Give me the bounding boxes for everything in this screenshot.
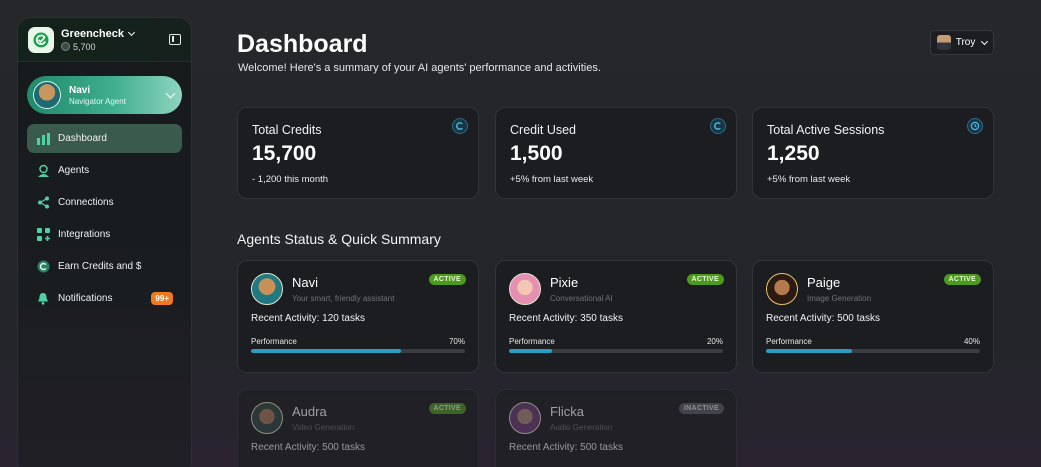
avatar <box>251 402 283 434</box>
performance-label: Performance <box>509 337 555 346</box>
coin-icon <box>61 42 70 51</box>
org-name: Greencheck <box>61 27 124 40</box>
stat-value: 15,700 <box>252 142 317 165</box>
performance-label: Performance <box>766 337 812 346</box>
stat-label: Total Credits <box>252 123 322 137</box>
agent-name: Paige <box>807 275 841 290</box>
agent-activity: Recent Activity: 500 tasks <box>766 313 880 324</box>
sidebar-item-integrations[interactable]: Integrations <box>27 220 182 249</box>
sidebar-item-label: Notifications <box>58 293 113 304</box>
agent-activity: Recent Activity: 500 tasks <box>251 442 365 453</box>
avatar <box>937 35 951 50</box>
performance-bar <box>509 349 723 353</box>
agent-card-flicka[interactable]: INACTIVE Flicka Audio Generation Recent … <box>495 389 737 467</box>
agent-selector[interactable]: Navi Navigator Agent <box>27 76 182 114</box>
sidebar-item-label: Earn Credits and $ <box>58 261 142 272</box>
user-name: Troy <box>955 37 976 48</box>
agent-name: Pixie <box>550 275 579 290</box>
sidebar-toggle-icon[interactable] <box>169 34 181 45</box>
sidebar-item-label: Connections <box>58 197 114 208</box>
agent-selector-role: Navigator Agent <box>69 96 126 106</box>
stat-delta: +5% from last week <box>510 174 594 185</box>
agent-card-audra[interactable]: ACTIVE Audra Video Generation Recent Act… <box>237 389 479 467</box>
stat-delta: +5% from last week <box>767 174 851 185</box>
status-badge: INACTIVE <box>678 403 724 414</box>
stat-label: Credit Used <box>510 123 576 137</box>
stat-delta: - 1,200 this month <box>252 174 329 185</box>
performance-label: Performance <box>251 337 297 346</box>
agent-icon <box>36 164 50 178</box>
performance-bar-fill <box>251 349 401 353</box>
greencheck-logo-icon <box>28 26 54 53</box>
performance-value: 70% <box>448 337 465 346</box>
performance-bar <box>766 349 980 353</box>
sidebar-nav: Dashboard Agents Connections Integration… <box>18 124 191 313</box>
chevron-down-icon <box>127 28 136 36</box>
coin-icon <box>36 260 50 274</box>
sidebar-item-notifications[interactable]: Notifications 99+ <box>27 284 182 313</box>
performance-value: 20% <box>706 337 723 346</box>
sidebar-item-label: Integrations <box>58 229 111 240</box>
bell-icon <box>36 292 50 306</box>
status-badge: ACTIVE <box>428 274 466 285</box>
agent-selector-name: Navi <box>69 84 91 96</box>
status-badge: ACTIVE <box>686 274 724 285</box>
sidebar: Greencheck 5,700 Navi Navigator Agent Da… <box>17 17 192 467</box>
agent-description: Conversational AI <box>550 294 613 303</box>
stat-label: Total Active Sessions <box>767 123 885 137</box>
page-subtitle: Welcome! Here's a summary of your AI age… <box>238 62 601 74</box>
performance-bar-fill <box>766 349 852 353</box>
page-title: Dashboard <box>237 30 368 58</box>
sidebar-item-agents[interactable]: Agents <box>27 156 182 185</box>
credit-coin-icon <box>452 118 468 134</box>
stat-card-total-credits: Total Credits 15,700 - 1,200 this month <box>237 107 479 199</box>
chevron-down-icon <box>981 37 989 45</box>
status-badge: ACTIVE <box>943 274 981 285</box>
user-menu-button[interactable]: Troy <box>930 30 994 55</box>
agent-description: Video Generation <box>292 423 355 432</box>
avatar <box>509 273 541 305</box>
org-switcher[interactable]: Greencheck 5,700 <box>18 18 191 62</box>
agent-card-pixie[interactable]: ACTIVE Pixie Conversational AI Recent Ac… <box>495 260 737 373</box>
agent-activity: Recent Activity: 120 tasks <box>251 313 365 324</box>
connections-icon <box>36 196 50 210</box>
agent-activity: Recent Activity: 500 tasks <box>509 442 623 453</box>
avatar <box>251 273 283 305</box>
agent-activity: Recent Activity: 350 tasks <box>509 313 623 324</box>
performance-bar-fill <box>509 349 552 353</box>
chevron-down-icon <box>165 88 176 98</box>
stat-card-credit-used: Credit Used 1,500 +5% from last week <box>495 107 737 199</box>
status-badge: ACTIVE <box>428 403 466 414</box>
integrations-icon <box>36 228 50 242</box>
agent-card-paige[interactable]: ACTIVE Paige Image Generation Recent Act… <box>752 260 994 373</box>
agent-card-navi[interactable]: ACTIVE Navi Your smart, friendly assista… <box>237 260 479 373</box>
agent-name: Flicka <box>550 404 584 419</box>
agent-description: Audio Generation <box>550 423 613 432</box>
avatar <box>509 402 541 434</box>
avatar <box>766 273 798 305</box>
agent-name: Navi <box>292 275 319 290</box>
stat-value: 1,500 <box>510 142 563 165</box>
sidebar-item-label: Dashboard <box>58 133 107 144</box>
bar-chart-icon <box>36 132 50 146</box>
sidebar-item-dashboard[interactable]: Dashboard <box>27 124 182 153</box>
agent-description: Your smart, friendly assistant <box>292 294 395 303</box>
sidebar-item-earn-credits[interactable]: Earn Credits and $ <box>27 252 182 281</box>
performance-bar <box>251 349 465 353</box>
sidebar-item-label: Agents <box>58 165 90 176</box>
agent-description: Image Generation <box>807 294 872 303</box>
stat-value: 1,250 <box>767 142 820 165</box>
clock-icon <box>967 118 983 134</box>
stat-card-active-sessions: Total Active Sessions 1,250 +5% from las… <box>752 107 994 199</box>
performance-value: 40% <box>963 337 980 346</box>
notification-count-badge: 99+ <box>151 292 173 305</box>
sidebar-item-connections[interactable]: Connections <box>27 188 182 217</box>
org-credits: 5,700 <box>73 41 96 52</box>
agent-name: Audra <box>292 404 327 419</box>
avatar <box>33 81 61 109</box>
section-title: Agents Status & Quick Summary <box>237 231 441 247</box>
credit-coin-icon <box>710 118 726 134</box>
